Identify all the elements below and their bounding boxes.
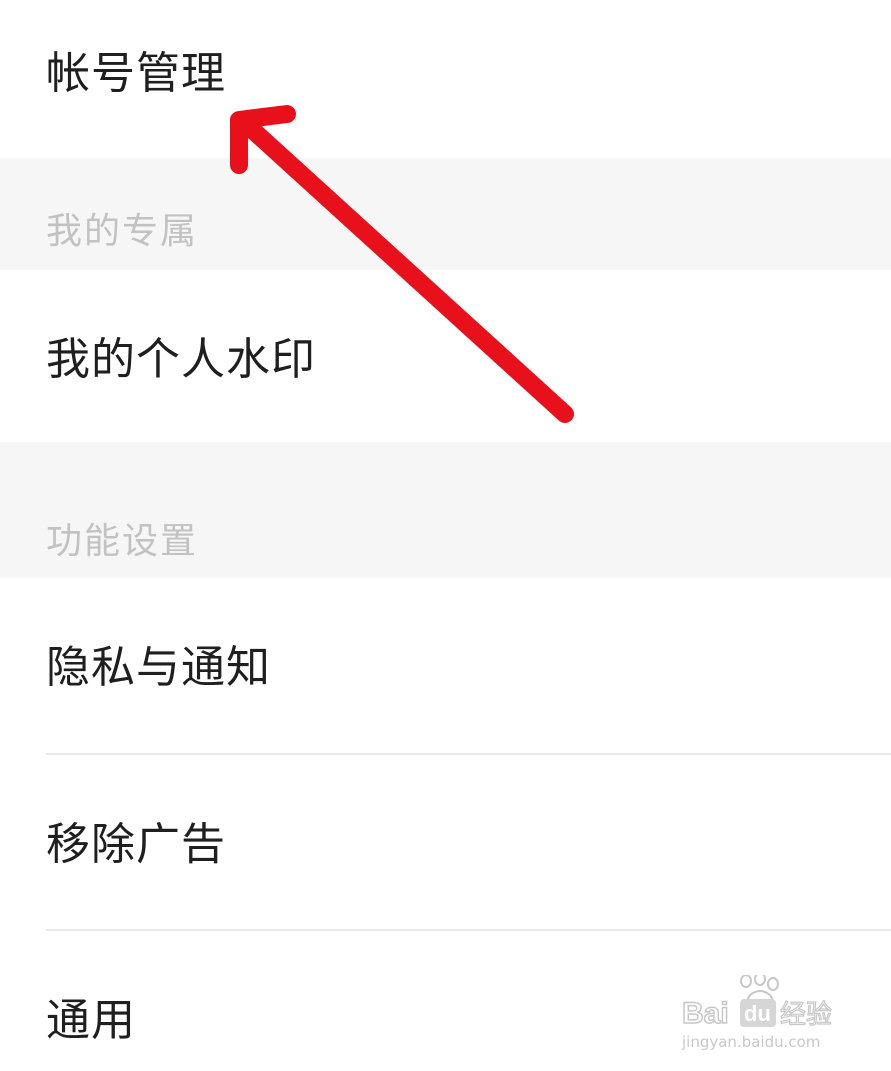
settings-item-remove-ads[interactable]: 移除广告 — [0, 755, 891, 929]
settings-item-personal-watermark[interactable]: 我的个人水印 — [0, 270, 891, 442]
watermark-url: jingyan.baidu.com — [681, 1033, 820, 1051]
settings-item-personal-watermark-label: 我的个人水印 — [46, 334, 316, 385]
section-header-mine-label: 我的专属 — [46, 211, 199, 252]
baidu-jingyan-watermark: Bai du 经验 jingyan.baidu.com — [681, 975, 833, 1051]
section-header-features: 功能设置 — [0, 442, 891, 578]
section-header-features-label: 功能设置 — [46, 521, 199, 562]
settings-item-account[interactable]: 帐号管理 — [0, 0, 891, 158]
watermark-brand-du: du — [744, 1001, 771, 1026]
watermark-brand: Bai — [682, 997, 729, 1030]
settings-item-remove-ads-label: 移除广告 — [46, 819, 226, 870]
settings-item-privacy-label: 隐私与通知 — [46, 642, 271, 693]
section-header-mine: 我的专属 — [0, 158, 891, 270]
settings-item-general-label: 通用 — [46, 995, 136, 1046]
settings-item-account-label: 帐号管理 — [46, 48, 226, 99]
watermark-brand-cn: 经验 — [780, 1000, 832, 1030]
settings-item-privacy[interactable]: 隐私与通知 — [0, 578, 891, 754]
